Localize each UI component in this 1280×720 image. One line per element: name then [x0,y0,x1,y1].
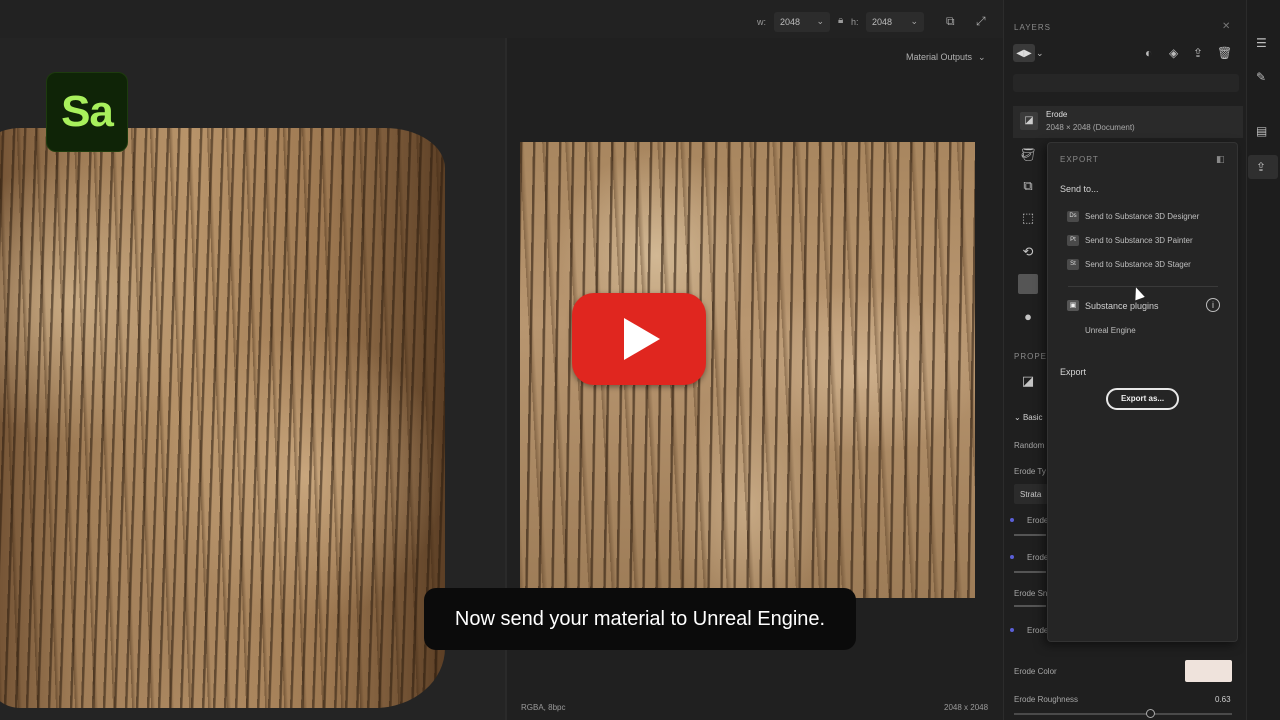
image-icon[interactable] [1018,274,1038,294]
section-basic[interactable]: ⌄ Basic [1014,413,1043,422]
erode-roughness-label: Erode Roughness [1014,695,1079,704]
height-value: 2048 [872,17,893,27]
send-to-stager-label: Send to Substance 3D Stager [1085,260,1191,269]
sphere-icon[interactable]: ● [1018,307,1038,327]
parameter-dot [1010,628,1014,632]
layer-filter-row[interactable] [1013,74,1239,92]
erode-a-label: Erode [1027,516,1049,525]
erode-roughness-value[interactable]: 0.63 [1215,695,1231,704]
brush-icon[interactable]: ✎ [1256,70,1266,84]
substance-plugins-label: Substance plugins [1085,300,1159,311]
lock-icon[interactable]: 🔒︎ [838,15,843,26]
chevron-down-icon: ⌄ [816,16,824,26]
import-icon[interactable]: ⇪ [1193,46,1203,60]
parameter-dot [1010,518,1014,522]
blend-mode-icon[interactable]: ◀▶ [1013,44,1035,62]
chevron-down-icon: ⌄ [978,52,986,62]
chevron-down-icon[interactable]: ⌄ [1036,48,1044,59]
erode-color-swatch[interactable] [1185,660,1232,682]
random-label: Random [1014,441,1045,450]
erode-sm-label: Erode Sn [1014,589,1048,598]
substance-logo: Sa [46,72,128,152]
erode-type-label: Erode Ty [1014,467,1046,476]
substance-plugins-item[interactable]: ▣ Substance plugins [1067,300,1159,311]
plugin-icon: ▣ [1067,300,1079,311]
send-to-label: Send to... [1060,184,1099,194]
material-outputs-dropdown[interactable]: Material Outputs ⌄ [906,52,986,63]
share-icon[interactable]: ⇪ [1256,160,1266,174]
play-button[interactable] [572,293,706,385]
paint-bucket-icon[interactable]: 🪣︎ [1018,145,1038,165]
erode-a-slider[interactable] [1014,534,1046,536]
transform-icon[interactable]: ⬚ [1018,208,1038,228]
logo-text: Sa [61,87,114,136]
send-to-stager-item[interactable]: St Send to Substance 3D Stager [1067,259,1191,270]
height-field[interactable]: 2048 ⌄ [866,12,924,32]
mask-icon[interactable]: ◐ [1145,46,1152,60]
resolution-status: 2048 x 2048 [944,703,989,712]
layer-name: Erode [1046,110,1068,119]
properties-title: PROPE [1014,352,1048,361]
chevron-down-icon: ⌄ [910,16,918,26]
erode-type-select[interactable]: Strata [1014,484,1048,504]
fill-icon[interactable]: ◈ [1169,46,1178,60]
document-icon[interactable]: ▤ [1256,124,1267,138]
sliders-icon[interactable]: ☰ [1256,36,1267,50]
info-icon[interactable]: i [1206,298,1220,312]
height-label: h: [851,17,859,27]
refresh-icon[interactable]: ⟲ [1018,242,1038,262]
designer-icon: Ds [1067,211,1079,222]
erode-color-label: Erode Color [1014,667,1057,676]
erode-roughness-slider[interactable] [1014,713,1232,715]
painter-icon: Pt [1067,235,1079,246]
export-as-button[interactable]: Export as... [1106,388,1179,410]
material-preview-cylinder[interactable] [0,128,445,708]
unreal-engine-item[interactable]: Unreal Engine [1085,326,1136,335]
erode-b-label: Erode [1027,553,1049,562]
trash-icon[interactable]: 🗑︎ [1217,46,1232,60]
layer-size: 2048 × 2048 (Document) [1046,123,1135,132]
close-icon[interactable]: ✕ [1222,21,1230,32]
pin-icon[interactable]: ◧ [1216,154,1225,165]
export-view-icon[interactable]: ⧉ [946,14,955,29]
send-to-painter-label: Send to Substance 3D Painter [1085,236,1193,245]
send-to-designer-item[interactable]: Ds Send to Substance 3D Designer [1067,211,1199,222]
send-to-painter-item[interactable]: Pt Send to Substance 3D Painter [1067,235,1193,246]
send-to-designer-label: Send to Substance 3D Designer [1085,212,1200,221]
right-rail [1246,0,1280,720]
stager-icon: St [1067,259,1079,270]
material-outputs-label: Material Outputs [906,52,973,62]
video-caption: Now send your material to Unreal Engine. [424,588,856,650]
erode-b-slider[interactable] [1014,571,1046,573]
erode-type-value: Strata [1020,490,1042,499]
width-value: 2048 [780,17,801,27]
expand-icon[interactable]: ⤢ [976,14,986,29]
export-section-label: Export [1060,367,1087,377]
format-status: RGBA, 8bpc [521,703,566,712]
divider [1068,286,1218,287]
layer-type-icon: ◪ [1021,373,1035,388]
erode-c-label: Erode [1027,626,1049,635]
play-icon [624,318,660,360]
slider-handle[interactable] [1146,709,1155,718]
parameter-dot [1010,555,1014,559]
export-title: EXPORT [1060,155,1099,164]
duplicate-icon[interactable]: ⧉ [1018,176,1038,196]
layers-title: LAYERS [1014,23,1051,32]
section-basic-label: Basic [1022,413,1043,422]
layer-thumbnail-icon: ◪ [1020,112,1038,130]
width-label: w: [757,17,766,27]
width-field[interactable]: 2048 ⌄ [774,12,830,32]
erode-sm-slider[interactable] [1014,605,1046,607]
